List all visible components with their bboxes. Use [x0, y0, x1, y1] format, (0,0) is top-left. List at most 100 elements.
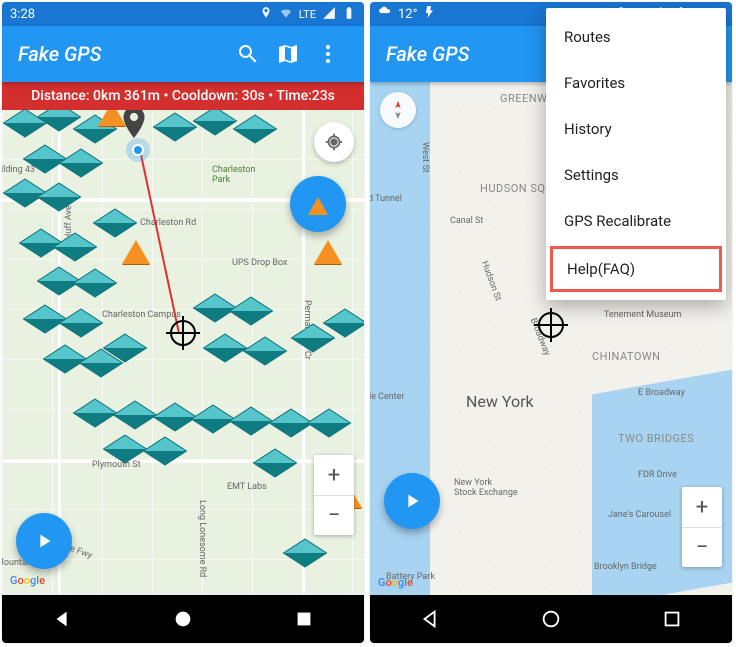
- square-icon: [293, 608, 315, 630]
- map-marker-triangle[interactable]: [98, 110, 126, 126]
- overflow-button[interactable]: [308, 34, 348, 74]
- my-location-button[interactable]: [314, 122, 354, 162]
- map-marker-cube[interactable]: [243, 337, 288, 366]
- map-center-crosshair: [538, 312, 564, 338]
- map-marker-cube[interactable]: [253, 449, 298, 478]
- network-label: LTE: [299, 8, 316, 21]
- map-canvas[interactable]: uilding 43 CharlestonPark Charleston Rd …: [2, 110, 364, 593]
- compass[interactable]: [380, 92, 416, 128]
- map-marker-cube[interactable]: [153, 113, 198, 142]
- more-vert-icon: [316, 42, 340, 66]
- map-center-crosshair: [170, 320, 196, 346]
- status-temp: 12°: [398, 7, 417, 22]
- waypoint-fab[interactable]: [290, 176, 346, 232]
- circle-icon: [172, 608, 194, 630]
- zoom-controls: + −: [682, 487, 722, 567]
- play-icon: [33, 530, 55, 552]
- menu-item-history[interactable]: History: [546, 106, 726, 152]
- map-label: CharlestonPark: [212, 165, 255, 185]
- map-marker-cube[interactable]: [283, 539, 328, 568]
- app-bar: Fake GPS: [2, 26, 364, 82]
- zoom-in-button[interactable]: +: [682, 487, 722, 527]
- menu-item-gps-recalibrate[interactable]: GPS Recalibrate: [546, 198, 726, 244]
- menu-item-settings[interactable]: Settings: [546, 152, 726, 198]
- map-marker-cube[interactable]: [291, 324, 336, 353]
- compass-icon: [387, 99, 409, 121]
- map-label: CHINATOWN: [592, 350, 661, 363]
- map-label: Charleston Campus: [102, 310, 181, 320]
- map-marker-cube[interactable]: [193, 294, 238, 323]
- device-right: 12° 09:18 Fake GPS: [370, 2, 732, 643]
- bolt-icon: [423, 5, 437, 23]
- map-label: Tenement Museum: [604, 310, 681, 320]
- battery-icon: [342, 6, 356, 23]
- search-icon: [236, 42, 260, 66]
- zoom-in-button[interactable]: +: [314, 455, 354, 495]
- nav-back-button[interactable]: [49, 606, 75, 632]
- play-fab[interactable]: [16, 513, 72, 569]
- map-label: uilding 43: [2, 165, 35, 175]
- menu-item-help-faq[interactable]: Help(FAQ): [550, 246, 722, 292]
- map-label: New York Stock Exchange: [454, 478, 518, 498]
- nav-bar: [370, 595, 732, 643]
- app-title: Fake GPS: [18, 42, 228, 66]
- map-marker-cube[interactable]: [229, 407, 274, 436]
- map-marker-cube[interactable]: [191, 405, 236, 434]
- map-label: UPS Drop Box: [232, 258, 288, 268]
- nav-back-button[interactable]: [417, 606, 443, 632]
- square-icon: [661, 608, 683, 630]
- map-marker-cube[interactable]: [233, 115, 278, 144]
- map-marker-cube[interactable]: [43, 345, 88, 374]
- triangle-left-icon: [51, 608, 73, 630]
- map-marker-triangle[interactable]: [122, 240, 150, 264]
- search-button[interactable]: [228, 34, 268, 74]
- map-icon: [276, 42, 300, 66]
- map-button[interactable]: [268, 34, 308, 74]
- play-icon: [401, 490, 423, 512]
- map-marker-cube[interactable]: [307, 409, 352, 438]
- nav-recent-button[interactable]: [659, 606, 685, 632]
- map-marker-cube[interactable]: [153, 403, 198, 432]
- map-label: Charleston Rd: [140, 218, 196, 228]
- zoom-controls: + −: [314, 455, 354, 535]
- map-marker-cube[interactable]: [193, 110, 238, 135]
- overflow-menu: Routes Favorites History Settings GPS Re…: [546, 8, 726, 300]
- distance-banner: Distance: 0km 361m • Cooldown: 30s • Tim…: [2, 82, 364, 110]
- map-marker-cube[interactable]: [37, 183, 82, 212]
- map-marker-cube[interactable]: [203, 334, 248, 363]
- current-location-dot: [132, 144, 144, 156]
- location-pin-icon: [259, 6, 273, 23]
- google-logo: Google: [10, 574, 45, 587]
- weather-icon: [378, 5, 392, 23]
- map-marker-cube[interactable]: [113, 401, 158, 430]
- map-marker-cube[interactable]: [73, 399, 118, 428]
- zoom-out-button[interactable]: −: [314, 495, 354, 535]
- menu-item-favorites[interactable]: Favorites: [546, 60, 726, 106]
- circle-icon: [540, 608, 562, 630]
- menu-item-routes[interactable]: Routes: [546, 14, 726, 60]
- map-marker-triangle[interactable]: [314, 240, 342, 264]
- map-label: Hudson St: [479, 260, 503, 303]
- wifi-icon: [279, 6, 293, 23]
- map-label: EMT Labs: [227, 482, 267, 492]
- nav-bar: [2, 595, 364, 643]
- map-label: Canal St: [450, 216, 483, 226]
- map-marker-cube[interactable]: [93, 209, 138, 238]
- map-label: New York: [466, 392, 534, 411]
- play-fab[interactable]: [384, 473, 440, 529]
- map-marker-cube[interactable]: [73, 269, 118, 298]
- my-location-icon: [323, 131, 345, 153]
- zoom-out-button[interactable]: −: [682, 527, 722, 567]
- signal-icon: [322, 6, 336, 23]
- map-label: Long Lonesome Rd: [197, 500, 207, 577]
- map-marker-cube[interactable]: [229, 297, 274, 326]
- status-time: 3:28: [10, 7, 35, 22]
- map-marker-cube[interactable]: [59, 149, 104, 178]
- triangle-icon: [308, 197, 328, 215]
- map-marker-cube[interactable]: [59, 309, 104, 338]
- triangle-left-icon: [419, 608, 441, 630]
- nav-home-button[interactable]: [538, 606, 564, 632]
- status-bar: 3:28 LTE: [2, 2, 364, 26]
- nav-recent-button[interactable]: [291, 606, 317, 632]
- nav-home-button[interactable]: [170, 606, 196, 632]
